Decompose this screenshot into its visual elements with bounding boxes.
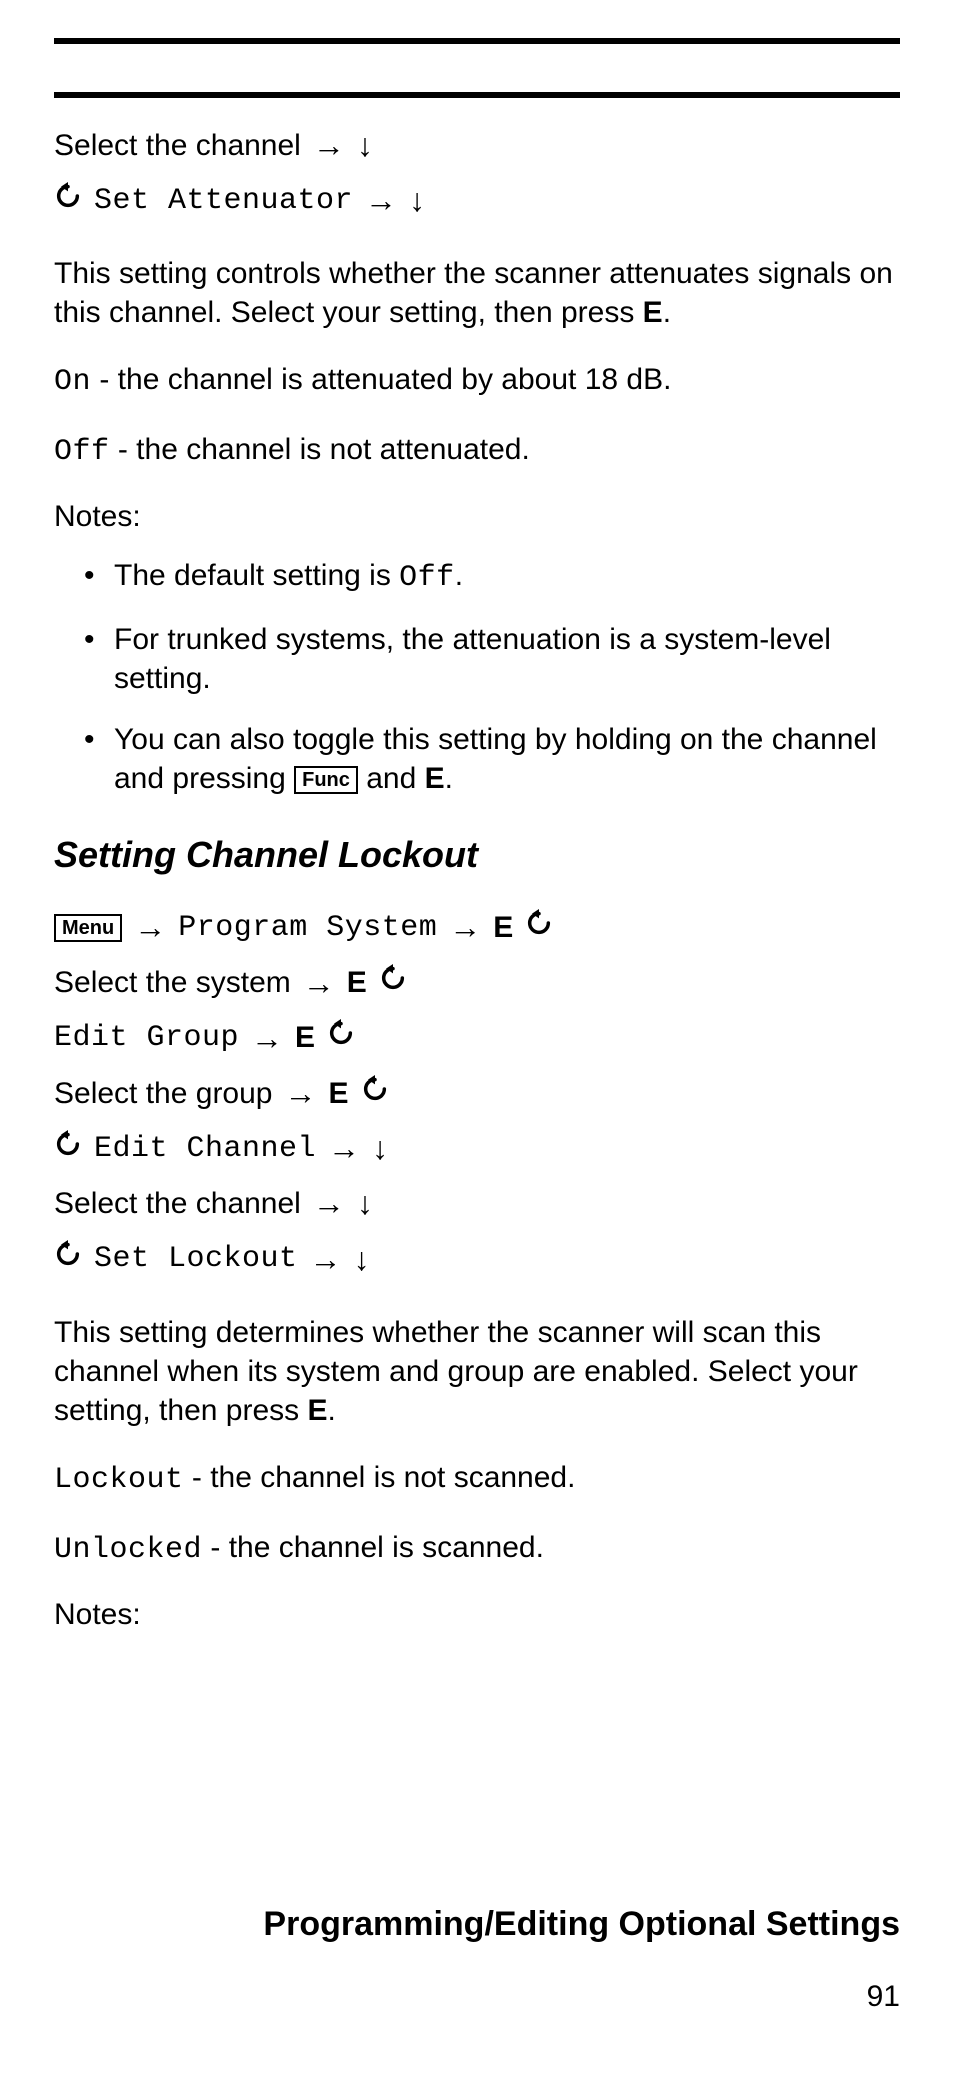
option-code: Off xyxy=(54,435,110,469)
option-unlocked: Unlocked - the channel is scanned. xyxy=(54,1528,900,1570)
arrow-down-icon: ↓ xyxy=(372,1123,388,1174)
nav-text: Select the group xyxy=(54,1070,272,1118)
option-code: On xyxy=(54,365,91,399)
nav-text: Select the channel xyxy=(54,1180,301,1228)
paragraph: This setting controls whether the scanne… xyxy=(54,254,900,332)
menu-item: Edit Group xyxy=(54,1014,239,1062)
menu-keycap: Menu xyxy=(54,914,122,942)
nav-block-lockout: Menu → Program System → E Select the sys… xyxy=(54,902,900,1284)
key-e: E xyxy=(643,296,663,329)
menu-item: Edit Channel xyxy=(94,1125,316,1173)
notes-list: The default setting is Off. For trunked … xyxy=(54,556,900,798)
footer-section-title: Programming/Editing Optional Settings xyxy=(54,1905,900,1944)
text: and xyxy=(358,762,425,795)
text: . xyxy=(663,296,671,329)
menu-item: Set Lockout xyxy=(94,1235,298,1283)
arrow-right-icon: → xyxy=(449,902,481,953)
key-e: E xyxy=(347,959,367,1007)
nav-line: Menu → Program System → E xyxy=(54,902,900,953)
option-desc: - the channel is attenuated by about 18 … xyxy=(91,363,671,396)
rotate-icon xyxy=(379,959,407,1007)
rotate-icon xyxy=(54,1235,82,1283)
arrow-right-icon: → xyxy=(284,1068,316,1119)
nav-line: Set Lockout → ↓ xyxy=(54,1234,900,1285)
text: You can also toggle this setting by hold… xyxy=(114,723,877,795)
rotate-icon xyxy=(54,1125,82,1173)
option-desc: - the channel is not attenuated. xyxy=(110,433,530,466)
text: . xyxy=(455,559,463,592)
key-e: E xyxy=(493,904,513,952)
arrow-down-icon: ↓ xyxy=(409,175,425,226)
code: Off xyxy=(399,561,455,595)
option-desc: - the channel is scanned. xyxy=(202,1531,544,1564)
arrow-down-icon: ↓ xyxy=(357,1178,373,1229)
arrow-right-icon: → xyxy=(303,958,335,1009)
nav-text: Select the channel xyxy=(54,122,301,170)
notes-label: Notes: xyxy=(54,500,900,534)
arrow-right-icon: → xyxy=(313,1178,345,1229)
rotate-icon xyxy=(54,177,82,225)
nav-text: Select the system xyxy=(54,959,291,1007)
rotate-icon xyxy=(525,904,553,952)
nav-line: Set Attenuator → ↓ xyxy=(54,175,900,226)
paragraph: This setting determines whether the scan… xyxy=(54,1313,900,1430)
key-e: E xyxy=(328,1070,348,1118)
arrow-down-icon: ↓ xyxy=(354,1234,370,1285)
page: Select the channel → ↓ Set Attenuator → … xyxy=(0,0,954,2084)
arrow-right-icon: → xyxy=(328,1123,360,1174)
arrow-right-icon: → xyxy=(251,1013,283,1064)
text: . xyxy=(328,1394,336,1427)
nav-block-attenuator: Select the channel → ↓ Set Attenuator → … xyxy=(54,120,900,226)
func-keycap: Func xyxy=(294,766,358,794)
option-desc: - the channel is not scanned. xyxy=(184,1461,576,1494)
nav-line: Select the channel → ↓ xyxy=(54,1178,900,1229)
arrow-right-icon: → xyxy=(365,175,397,226)
rotate-icon xyxy=(361,1070,389,1118)
list-item: The default setting is Off. xyxy=(114,556,900,598)
nav-line: Select the channel → ↓ xyxy=(54,120,900,171)
arrow-right-icon: → xyxy=(313,120,345,171)
option-on: On - the channel is attenuated by about … xyxy=(54,360,900,402)
option-off: Off - the channel is not attenuated. xyxy=(54,430,900,472)
nav-line: Select the system → E xyxy=(54,958,900,1009)
key-e: E xyxy=(295,1014,315,1062)
rotate-icon xyxy=(327,1014,355,1062)
arrow-right-icon: → xyxy=(310,1234,342,1285)
option-lockout: Lockout - the channel is not scanned. xyxy=(54,1458,900,1500)
notes-label: Notes: xyxy=(54,1598,900,1632)
menu-item: Set Attenuator xyxy=(94,177,353,225)
nav-line: Select the group → E xyxy=(54,1068,900,1119)
text: This setting determines whether the scan… xyxy=(54,1316,858,1427)
nav-line: Edit Group → E xyxy=(54,1013,900,1064)
list-item: You can also toggle this setting by hold… xyxy=(114,720,900,798)
menu-item: Program System xyxy=(178,904,437,952)
arrow-down-icon: ↓ xyxy=(357,120,373,171)
text: This setting controls whether the scanne… xyxy=(54,257,893,329)
nav-line: Edit Channel → ↓ xyxy=(54,1123,900,1174)
key-e: E xyxy=(307,1394,327,1427)
key-e: E xyxy=(425,762,445,795)
text: The default setting is xyxy=(114,559,399,592)
section-heading: Setting Channel Lockout xyxy=(54,834,900,876)
option-code: Lockout xyxy=(54,1463,184,1497)
option-code: Unlocked xyxy=(54,1533,202,1567)
arrow-right-icon: → xyxy=(134,902,166,953)
list-item: For trunked systems, the attenuation is … xyxy=(114,620,900,698)
text: . xyxy=(445,762,453,795)
page-number: 91 xyxy=(867,1980,900,2014)
